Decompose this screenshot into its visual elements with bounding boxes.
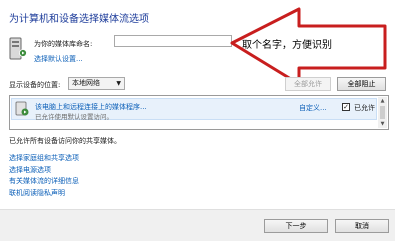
media-streaming-info-link[interactable]: 有关媒体流的详细信息 (9, 176, 79, 188)
footer-bar: 下一步 取消 (0, 209, 395, 241)
scroll-up-icon[interactable]: ▲ (378, 97, 387, 105)
block-all-button[interactable]: 全部阻止 (337, 77, 386, 91)
device-list: 该电脑上和远程连接上的媒体程序... 已允许使用默认设置访问。 自定义... ✓… (9, 95, 389, 130)
cancel-button[interactable]: 取消 (335, 219, 389, 233)
related-links: 选择家庭组和共享选项 选择电源选项 有关媒体流的详细信息 联机阅读隐私声明 (9, 153, 79, 199)
library-name-input[interactable] (114, 35, 232, 47)
media-server-icon (9, 37, 27, 60)
allow-all-button[interactable]: 全部允许 (285, 77, 331, 91)
allowed-label: 已允许 (354, 104, 375, 112)
page-title: 为计算机和设备选择媒体流选项 (9, 14, 149, 25)
device-status-text: 已允许使用默认设置访问。 (35, 113, 113, 121)
device-location-value: 本地网络 (72, 79, 100, 87)
next-button[interactable]: 下一步 (264, 219, 328, 233)
power-options-link[interactable]: 选择电源选项 (9, 165, 79, 177)
sharing-status-text: 已允许所有设备访问你的共享媒体。 (9, 137, 121, 145)
annotation-text: 取个名字，方便识别 (242, 40, 332, 51)
list-item[interactable]: 该电脑上和远程连接上的媒体程序... 已允许使用默认设置访问。 自定义... ✓… (11, 98, 377, 121)
device-location-label: 显示设备的位置: (9, 81, 61, 89)
device-list-scrollbar[interactable]: ▲ ▼ (378, 97, 387, 128)
scroll-down-icon[interactable]: ▼ (378, 120, 387, 128)
library-name-label: 为你的媒体库命名: (34, 40, 93, 48)
privacy-statement-link[interactable]: 联机阅读隐私声明 (9, 188, 79, 200)
scrollbar-thumb[interactable] (380, 106, 385, 119)
homegroup-sharing-link[interactable]: 选择家庭组和共享选项 (9, 153, 79, 165)
choose-default-settings-link[interactable]: 选择默认设置... (34, 54, 83, 64)
device-location-select[interactable]: 本地网络 ▼ (68, 77, 125, 90)
chevron-down-icon: ▼ (116, 80, 121, 87)
media-program-icon (15, 101, 29, 116)
allowed-checkbox[interactable]: ✓ (342, 103, 350, 111)
customize-link[interactable]: 自定义... (299, 103, 327, 113)
